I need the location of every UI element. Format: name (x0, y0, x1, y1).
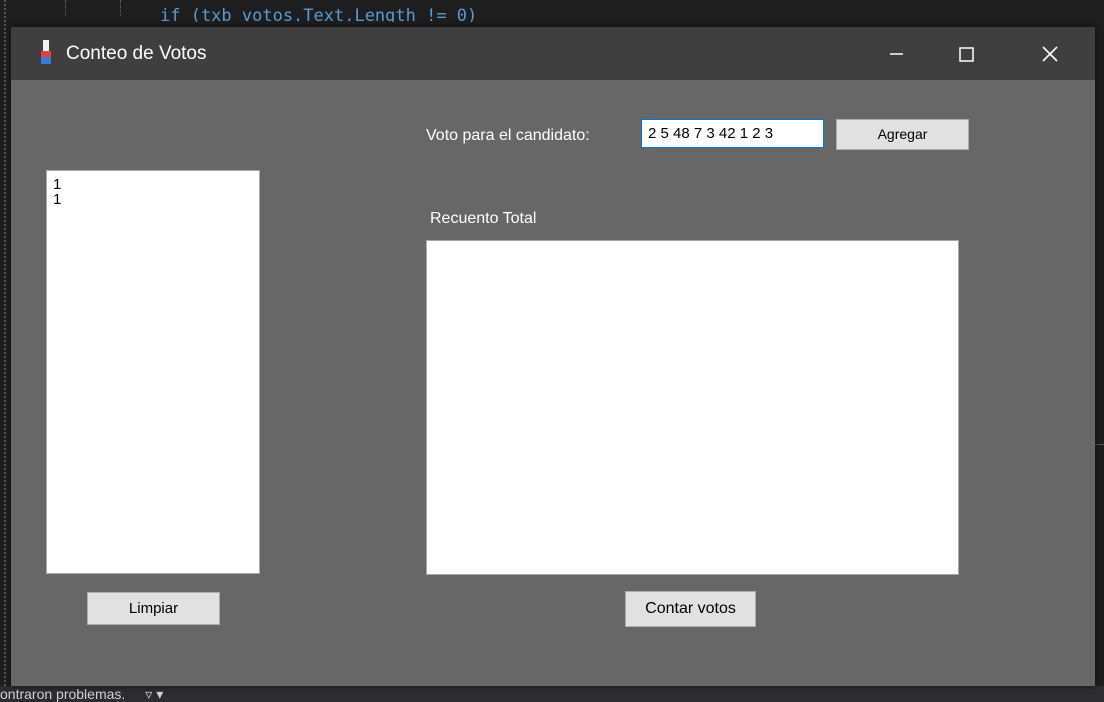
maximize-icon (959, 47, 974, 62)
ide-gutter (4, 0, 10, 702)
maximize-button[interactable] (936, 27, 996, 80)
list-item[interactable]: 1 (53, 192, 253, 207)
limpiar-button[interactable]: Limpiar (87, 592, 220, 625)
title-bar[interactable]: Conteo de Votos (11, 27, 1095, 80)
votes-listbox[interactable]: 1 1 (46, 170, 260, 574)
minimize-button[interactable] (866, 27, 926, 80)
list-item[interactable]: 1 (53, 177, 253, 192)
filter-icon[interactable]: ▿ ▾ (145, 686, 163, 702)
recuento-label: Recuento Total (430, 210, 537, 227)
ide-divider (1094, 444, 1104, 445)
ide-indent-guide (65, 0, 66, 16)
contar-votos-button[interactable]: Contar votos (625, 591, 756, 627)
ide-code-line: if (txb_votos.Text.Length != 0) (160, 6, 478, 22)
ide-indent-guide (120, 0, 121, 16)
voto-label: Voto para el candidato: (426, 127, 590, 144)
minimize-icon (890, 53, 903, 55)
agregar-button[interactable]: Agregar (836, 119, 969, 150)
ide-status-bar: ontraron problemas. ▿ ▾ (0, 686, 1104, 702)
app-icon (41, 40, 51, 64)
close-icon (1042, 46, 1058, 62)
results-textbox[interactable] (426, 240, 959, 575)
app-window: Conteo de Votos 1 1 Limpiar Voto para el… (11, 27, 1095, 686)
close-button[interactable] (1019, 27, 1079, 80)
votes-input[interactable] (641, 119, 824, 148)
ide-status-text: ontraron problemas. (0, 686, 126, 702)
window-title: Conteo de Votos (66, 43, 207, 64)
